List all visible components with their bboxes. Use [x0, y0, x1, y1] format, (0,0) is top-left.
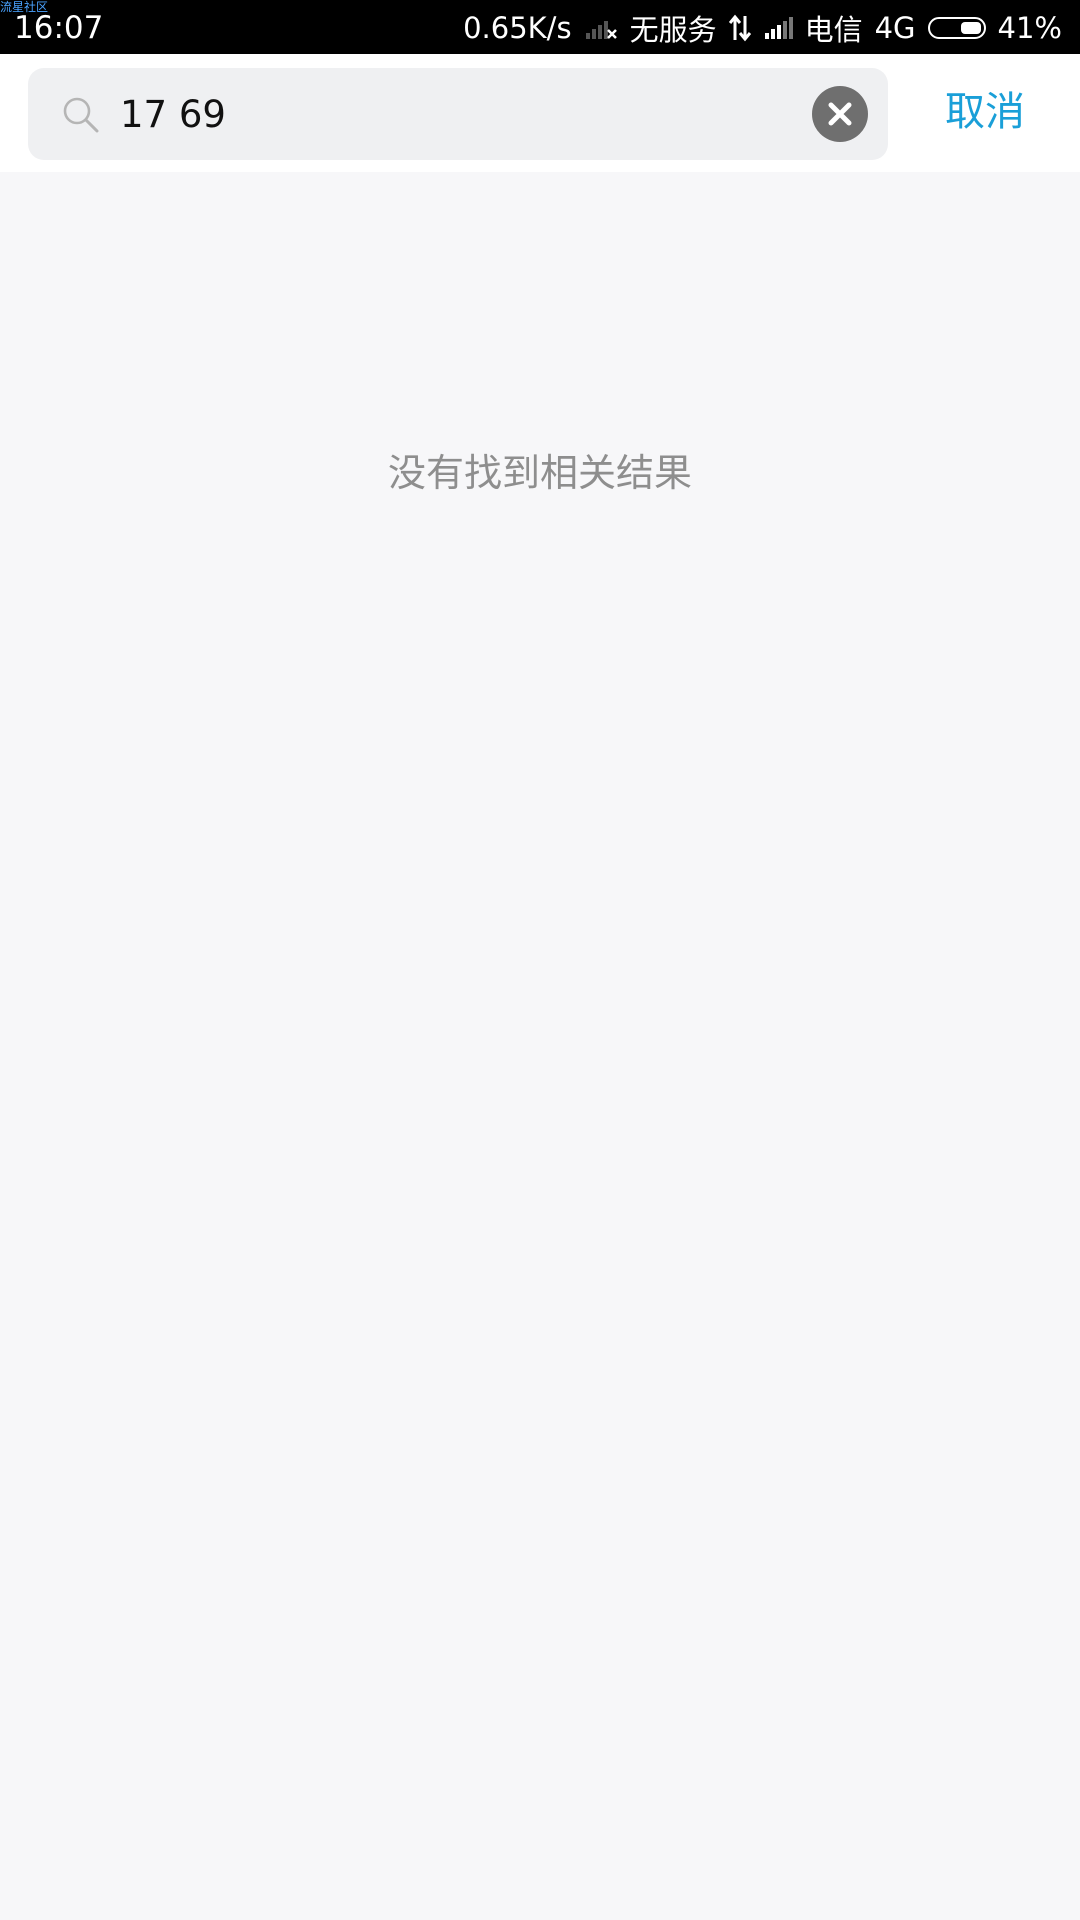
status-time: 16:07: [14, 10, 104, 46]
clear-search-button[interactable]: [812, 86, 868, 142]
search-screen: 流星社区 16:07 0.65K/s 无服务 电信 4G 41% 17 69 取…: [0, 0, 1080, 1920]
close-icon: [828, 102, 852, 126]
search-input[interactable]: [112, 78, 812, 150]
no-service-label: 无服务: [629, 13, 717, 47]
network-type: 4G: [874, 11, 916, 45]
signal-none-icon: [584, 15, 618, 41]
empty-results-message: 没有找到相关结果: [387, 451, 692, 495]
data-arrows-icon: [728, 14, 751, 42]
signal-icon: [763, 15, 793, 41]
network-speed: 0.65K/s: [463, 11, 572, 45]
carrier-label: 电信: [804, 13, 863, 47]
battery-percent: 41%: [997, 11, 1062, 45]
search-icon: [63, 97, 99, 133]
status-indicators: 0.65K/s 无服务 电信 4G 41%: [463, 8, 1062, 48]
battery-icon: [927, 17, 986, 39]
cancel-button[interactable]: 取消: [910, 80, 1060, 144]
status-bar: 流星社区 16:07 0.65K/s 无服务 电信 4G 41%: [0, 0, 1080, 54]
search-header: 取消: [0, 54, 1080, 172]
search-box[interactable]: [28, 68, 888, 160]
